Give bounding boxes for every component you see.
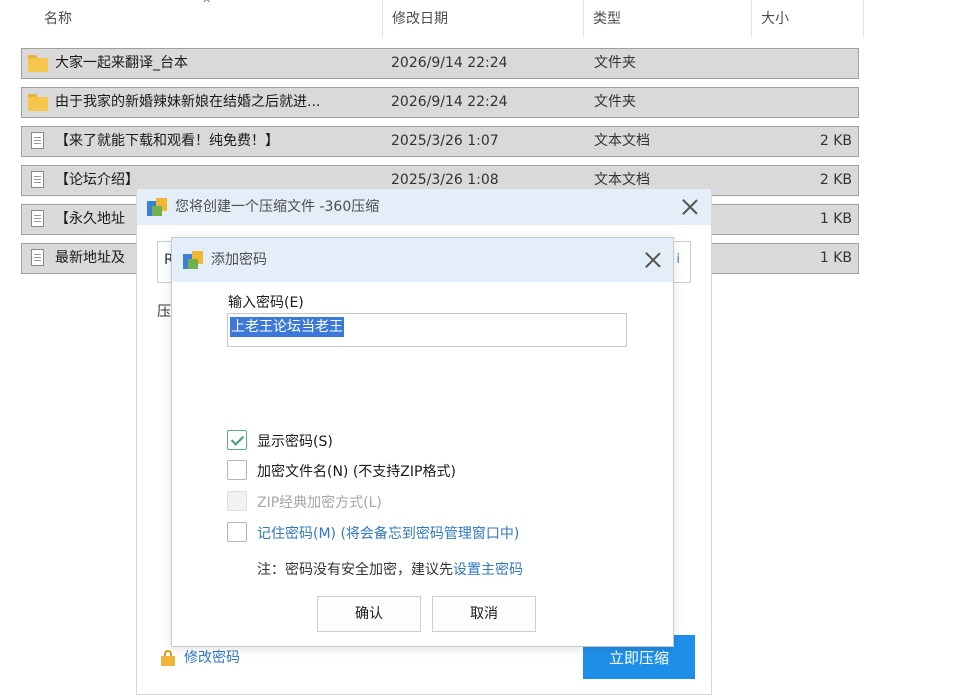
compress-dialog-titlebar[interactable]: 您将创建一个压缩文件 -360压缩 xyxy=(137,189,711,225)
encrypt-filenames-label[interactable]: 加密文件名(N) (不支持ZIP格式) xyxy=(257,461,456,481)
encrypt-filenames-checkbox[interactable] xyxy=(227,460,247,480)
security-note-text: 注：密码没有安全加密，建议先 xyxy=(257,562,453,578)
file-size: 2 KB xyxy=(819,133,852,149)
column-header-type[interactable]: 类型 xyxy=(571,0,751,38)
file-date: 2026/9/14 22:24 xyxy=(391,94,508,110)
add-password-titlebar[interactable]: 添加密码 xyxy=(172,238,673,282)
file-date: 2025/3/26 1:07 xyxy=(391,133,499,149)
remember-password-checkbox[interactable] xyxy=(227,522,247,542)
folder-icon xyxy=(28,54,48,72)
file-type: 文件夹 xyxy=(594,94,636,110)
360zip-app-icon xyxy=(183,251,203,269)
ok-button[interactable]: 确认 xyxy=(317,596,421,632)
text-document-icon xyxy=(28,249,48,267)
file-row[interactable]: 【来了就能下载和观看！纯免费！】 2025/3/26 1:07 文本文档 2 K… xyxy=(21,126,859,157)
file-name: 大家一起来翻译_台本 xyxy=(55,55,188,71)
close-icon[interactable] xyxy=(681,198,699,216)
add-password-dialog: 添加密码 输入密码(E) 上老王论坛当老王 显示密码(S) 加密文件名(N) (… xyxy=(171,237,674,647)
lock-icon xyxy=(161,650,175,666)
path-dropdown-icon[interactable]: i xyxy=(676,252,680,267)
zip-classic-encryption-label: ZIP经典加密方式(L) xyxy=(257,495,382,511)
column-header-bar: 名称 ^ 修改日期 类型 大小 xyxy=(0,0,865,38)
file-row[interactable]: 大家一起来翻译_台本 2026/9/14 22:24 文件夹 xyxy=(21,48,859,79)
360zip-app-icon xyxy=(147,198,167,216)
file-date: 2026/9/14 22:24 xyxy=(391,55,508,71)
file-name: 【来了就能下载和观看！纯免费！】 xyxy=(55,133,279,149)
folder-icon xyxy=(28,93,48,111)
password-input[interactable]: 上老王论坛当老王 xyxy=(227,313,627,347)
cancel-button[interactable]: 取消 xyxy=(432,596,536,632)
file-row[interactable]: 由于我家的新婚辣妹新娘在结婚之后就进... 2026/9/14 22:24 文件… xyxy=(21,87,859,118)
column-header-size[interactable]: 大小 xyxy=(739,0,859,38)
show-password-checkbox[interactable] xyxy=(227,430,247,450)
change-password-link[interactable]: 修改密码 xyxy=(184,647,240,667)
set-master-password-link[interactable]: 设置主密码 xyxy=(453,562,523,578)
password-selected-text: 上老王论坛当老王 xyxy=(230,317,344,337)
text-document-icon xyxy=(28,132,48,150)
file-name: 最新地址及 xyxy=(55,250,125,266)
text-document-icon xyxy=(28,171,48,189)
remember-password-label[interactable]: 记住密码(M) (将会备忘到密码管理窗口中) xyxy=(257,523,519,543)
compress-dialog-title: 您将创建一个压缩文件 -360压缩 xyxy=(175,199,380,215)
add-password-title: 添加密码 xyxy=(211,252,267,268)
column-header-date[interactable]: 修改日期 xyxy=(370,0,582,38)
file-size: 1 KB xyxy=(819,250,852,266)
security-note: 注：密码没有安全加密，建议先设置主密码 xyxy=(257,559,523,579)
password-input-label: 输入密码(E) xyxy=(228,295,304,311)
file-name: 【论坛介绍】 xyxy=(55,172,139,188)
compress-options-label: 压 xyxy=(157,304,171,320)
file-size: 1 KB xyxy=(819,211,852,227)
file-name: 【永久地址 xyxy=(55,211,125,227)
close-icon[interactable] xyxy=(644,251,662,269)
text-document-icon xyxy=(28,210,48,228)
file-name: 由于我家的新婚辣妹新娘在结婚之后就进... xyxy=(55,94,321,110)
file-size: 2 KB xyxy=(819,172,852,188)
file-type: 文本文档 xyxy=(594,133,650,149)
file-type: 文件夹 xyxy=(594,55,636,71)
zip-classic-encryption-checkbox xyxy=(227,491,247,511)
show-password-label[interactable]: 显示密码(S) xyxy=(257,431,333,451)
sort-ascending-icon: ^ xyxy=(202,0,212,10)
column-divider[interactable] xyxy=(863,0,864,38)
